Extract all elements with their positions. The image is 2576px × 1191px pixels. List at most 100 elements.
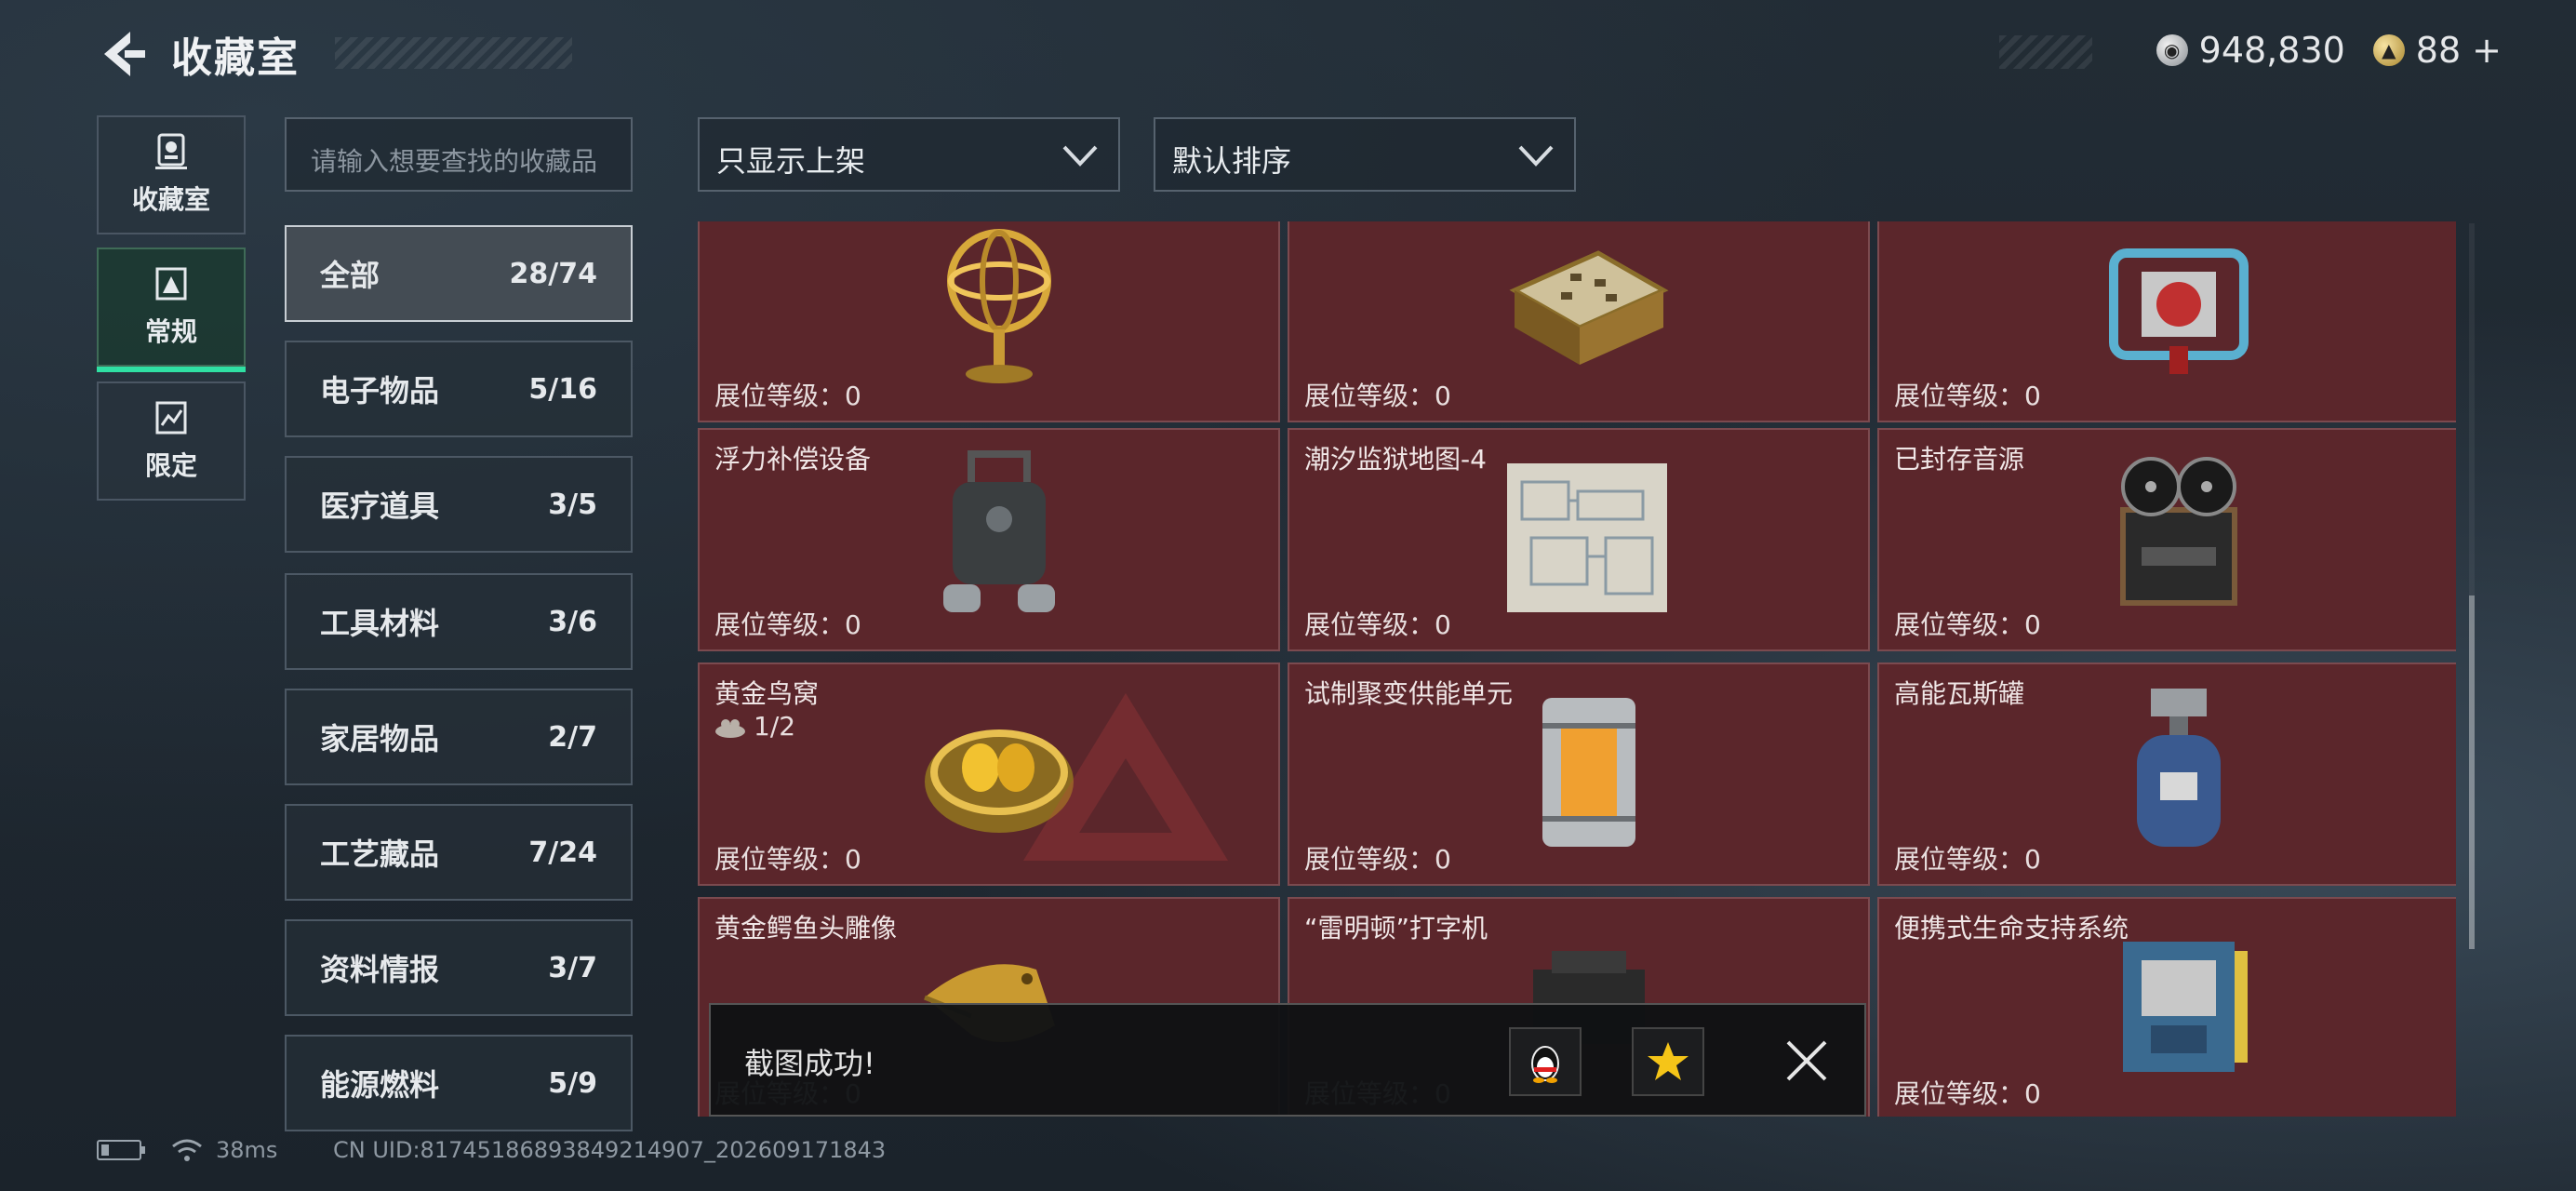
display-level: 展位等级：0 <box>1894 609 2041 640</box>
back-button[interactable] <box>93 26 149 82</box>
display-level: 展位等级：0 <box>1894 381 2041 411</box>
grid-scrollbar-thumb[interactable] <box>2469 596 2475 949</box>
category-medical[interactable]: 医疗道具 3/5 <box>285 456 633 553</box>
item-card[interactable]: 便携式生命支持系统 展位等级：0 <box>1877 897 2456 1117</box>
category-name: 工具材料 <box>320 606 440 641</box>
category-intel[interactable]: 资料情报 3/7 <box>285 919 633 1016</box>
page-title: 收藏室 <box>171 34 300 82</box>
qq-penguin-icon <box>1531 1046 1559 1083</box>
category-count: 7/24 <box>528 836 597 869</box>
nav-limited[interactable]: 限定 <box>97 381 246 501</box>
qzone-star-icon <box>1648 1042 1688 1080</box>
item-card[interactable]: 浮力补偿设备 展位等级：0 <box>698 428 1280 651</box>
item-name: 高能瓦斯罐 <box>1894 678 2025 709</box>
faction-watermark-icon <box>1023 693 1228 861</box>
category-name: 资料情报 <box>320 952 440 987</box>
map-icon <box>1507 463 1667 612</box>
category-count: 3/7 <box>548 951 597 984</box>
category-home[interactable]: 家居物品 2/7 <box>285 689 633 785</box>
item-name: 试制聚变供能单元 <box>1304 678 1514 709</box>
item-name: 黄金鳄鱼头雕像 <box>714 913 898 943</box>
display-filter-dropdown[interactable]: 只显示上架 <box>698 117 1120 192</box>
item-card[interactable]: 试制聚变供能单元 展位等级：0 <box>1288 662 1870 886</box>
nav-label: 常规 <box>144 316 197 347</box>
category-crafts[interactable]: 工艺藏品 7/24 <box>285 804 633 901</box>
item-grid: 展位等级：0 展位等级：0 展位等级：0 浮力补偿设备 展位等级：0 潮汐监狱地… <box>688 221 2456 1117</box>
chevron-down-icon <box>1062 145 1098 167</box>
item-card[interactable]: 潮汐监狱地图-4 展位等级：0 <box>1288 428 1870 651</box>
category-count: 28/74 <box>509 257 597 290</box>
display-filter-value: 只显示上架 <box>716 143 866 179</box>
screenshot-toast: 截图成功! <box>709 1003 1866 1117</box>
album-icon <box>155 267 187 301</box>
display-level: 展位等级：0 <box>714 844 861 875</box>
chess-box-icon <box>1509 250 1669 365</box>
display-level: 展位等级：0 <box>1304 381 1451 411</box>
back-arrow-icon <box>104 32 145 76</box>
item-name: 潮汐监狱地图-4 <box>1304 444 1487 475</box>
item-card[interactable]: 高能瓦斯罐 展位等级：0 <box>1877 662 2456 886</box>
category-count: 3/5 <box>548 488 597 521</box>
reel-recorder-icon <box>2120 457 2237 606</box>
category-name: 电子物品 <box>320 373 440 408</box>
category-all[interactable]: 全部 28/74 <box>285 225 633 322</box>
armillary-sphere-icon <box>947 229 1051 383</box>
coin-amount: 948,830 <box>2198 30 2345 71</box>
nav-collection-room[interactable]: 收藏室 <box>97 115 246 234</box>
item-name: 黄金鸟窝 <box>714 678 820 709</box>
display-level: 展位等级：0 <box>1894 1078 2041 1109</box>
life-support-icon <box>2123 942 2248 1072</box>
category-name: 家居物品 <box>320 721 440 756</box>
category-tools[interactable]: 工具材料 3/6 <box>285 573 633 670</box>
nav-label: 收藏室 <box>131 184 210 215</box>
item-card[interactable]: 展位等级：0 <box>698 221 1280 422</box>
token-icon: ▲ <box>2372 34 2405 66</box>
item-name: 已封存音源 <box>1894 444 2025 475</box>
item-name: 便携式生命支持系统 <box>1894 913 2129 943</box>
fusion-cell-icon <box>1542 698 1635 847</box>
add-token-button[interactable]: + <box>2472 30 2502 71</box>
trophy-icon <box>155 133 187 169</box>
item-card[interactable]: 已封存音源 展位等级：0 <box>1877 428 2456 651</box>
category-count: 5/16 <box>528 372 597 406</box>
close-icon[interactable] <box>1781 1035 1833 1087</box>
sort-dropdown[interactable]: 默认排序 <box>1154 117 1576 192</box>
status-bar: 38ms <box>97 1137 277 1163</box>
category-energy[interactable]: 能源燃料 5/9 <box>285 1035 633 1131</box>
toast-message: 截图成功! <box>744 1046 875 1081</box>
share-qq-button[interactable] <box>1509 1027 1582 1096</box>
coin-icon: ◉ <box>2156 34 2188 66</box>
category-name: 医疗道具 <box>320 488 440 524</box>
display-level: 展位等级：0 <box>714 609 861 640</box>
category-name: 工艺藏品 <box>320 836 440 872</box>
item-name: “雷明顿”打字机 <box>1304 913 1488 943</box>
item-card[interactable]: 展位等级：0 <box>1288 221 1870 422</box>
title-decoration <box>335 37 572 69</box>
user-uid: CN UID:8174518689384921490​7_20260917184… <box>333 1137 887 1163</box>
category-count: 3/6 <box>548 605 597 638</box>
currency-bar: ◉ 948,830 ▲ 88 + <box>2156 26 2502 74</box>
bcd-device-icon <box>943 450 1055 612</box>
limited-icon <box>155 401 187 435</box>
category-electronics[interactable]: 电子物品 5/16 <box>285 341 633 437</box>
generator-icon <box>2109 248 2249 374</box>
category-count: 2/7 <box>548 720 597 754</box>
display-level: 展位等级：0 <box>1894 844 2041 875</box>
category-name: 能源燃料 <box>320 1067 440 1103</box>
category-count: 5/9 <box>548 1066 597 1100</box>
token-amount: 88 <box>2415 30 2462 71</box>
item-set-count: 1/2 <box>754 711 796 742</box>
ping-value: 38ms <box>216 1137 278 1163</box>
chevron-down-icon <box>1518 145 1554 167</box>
nav-regular[interactable]: 常规 <box>97 248 246 372</box>
item-card[interactable]: 展位等级：0 <box>1877 221 2456 422</box>
battery-icon <box>97 1140 145 1160</box>
display-level: 展位等级：0 <box>1304 609 1451 640</box>
search-input[interactable]: 请输入想要查找的收藏品 <box>285 117 633 192</box>
display-level: 展位等级：0 <box>1304 844 1451 875</box>
sort-value: 默认排序 <box>1172 143 1292 179</box>
item-set-progress: 1/2 <box>714 711 795 742</box>
share-qzone-button[interactable] <box>1632 1027 1704 1096</box>
wifi-icon <box>172 1139 202 1161</box>
gas-canister-icon <box>2137 689 2221 847</box>
